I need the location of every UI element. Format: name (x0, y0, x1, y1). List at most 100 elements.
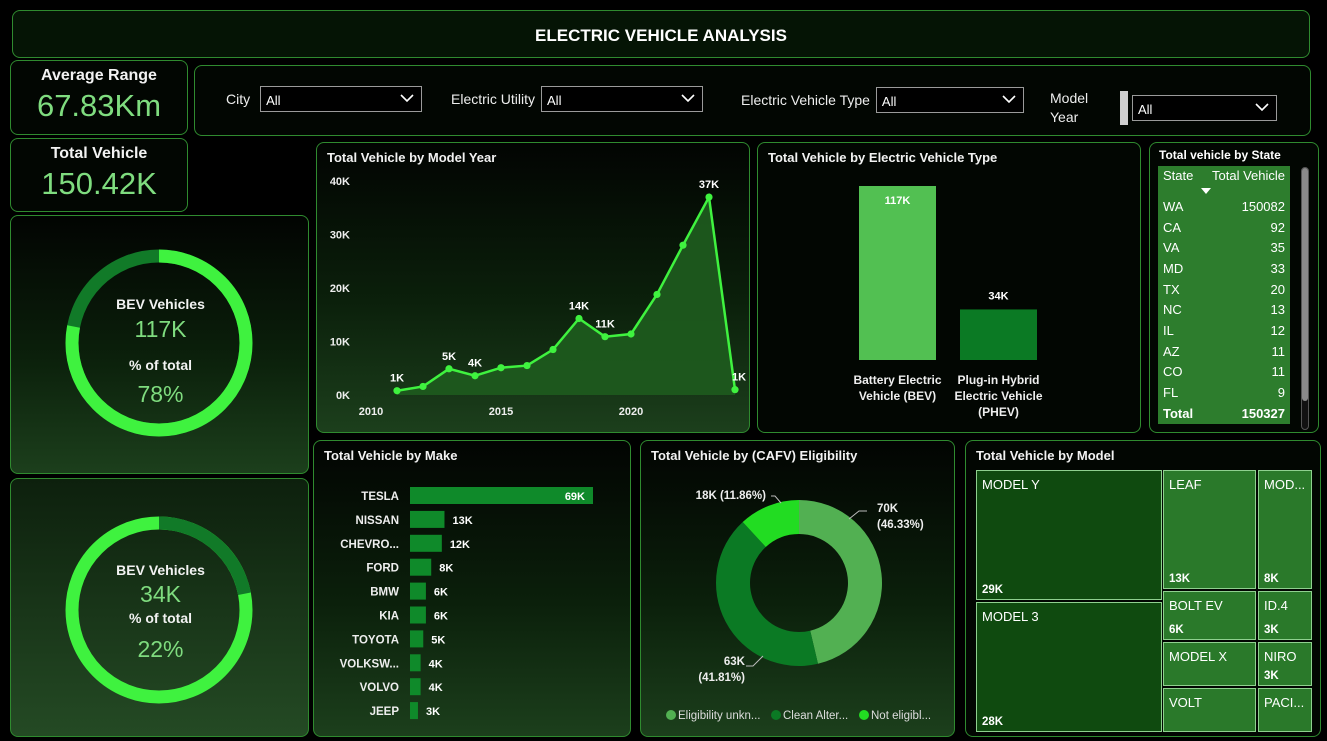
bar (410, 606, 426, 624)
treemap-tile[interactable]: MOD... 8K (1258, 470, 1312, 589)
table-row[interactable]: CO 11 (1158, 362, 1290, 383)
total-vehicle-column-header[interactable]: Total Vehicle (1201, 168, 1285, 194)
model-treemap: MODEL Y 29K MODEL 3 28K LEAF 13K MOD... 8K BOLT … (966, 441, 1320, 736)
leader-line (848, 510, 867, 520)
ev-type-dropdown-value: All (881, 94, 897, 109)
data-label: 13K (452, 515, 472, 527)
total-vehicle-cell: 11 (1271, 364, 1286, 380)
bev-donut-label: BEV Vehicles (116, 296, 205, 312)
category-label: CHEVRO... (340, 539, 399, 551)
table-row[interactable]: FL 9 (1158, 382, 1290, 403)
chevron-down-icon (400, 94, 414, 103)
treemap-tile[interactable]: MODEL X (1163, 642, 1256, 686)
ev-type-chart-title: Total Vehicle by Electric Vehicle Type (768, 150, 998, 165)
data-label: 3K (426, 706, 440, 718)
electric-utility-dropdown-value: All (547, 93, 562, 108)
data-point (419, 382, 427, 391)
ev-type-filter: Electric Vehicle Type All (741, 87, 1024, 113)
treemap-tile[interactable]: PACI... (1258, 688, 1312, 732)
bev-donut-chart (65, 249, 253, 437)
legend-label: Clean Alter... (783, 710, 848, 722)
ev-type-dropdown[interactable]: All (875, 87, 1024, 113)
table-row[interactable]: CA 92 (1158, 217, 1290, 238)
treemap-tile[interactable]: ID.4 3K (1258, 591, 1312, 640)
state-table-scrollbar[interactable] (1301, 167, 1309, 430)
y-tick-label: 30K (330, 230, 350, 242)
data-label: 34K (988, 290, 1008, 302)
table-row[interactable]: MD 33 (1158, 258, 1290, 279)
total-vehicle-card: Total Vehicle 150.42K (10, 138, 188, 212)
model-year-area-chart: 0K 10K 20K 30K 40K 2010 2015 2020 1K 5K 4K 14K 11K 37… (330, 176, 746, 418)
treemap-tile[interactable]: BOLT EV 6K (1163, 591, 1256, 640)
slice-label: 18K (11.86%) (696, 490, 766, 502)
state-cell: IL (1163, 322, 1174, 338)
total-vehicle-cell: 33 (1270, 260, 1285, 276)
page-title: ELECTRIC VEHICLE ANALYSIS (535, 26, 787, 45)
model-year-chart-card: Total Vehicle by Model Year 0K 10K 20K 30K 4… (316, 142, 750, 433)
treemap-tile-name: MOD... (1264, 477, 1306, 492)
data-label: 1K (390, 373, 404, 385)
avg-range-value: 67.83Km (36, 88, 162, 123)
make-chart-title: Total Vehicle by Make (324, 448, 458, 463)
bev-donut-pct-label: % of total (129, 357, 192, 373)
treemap-tile[interactable]: MODEL 3 28K (976, 602, 1162, 732)
table-row[interactable]: VA 35 (1158, 237, 1290, 258)
state-cell: VA (1163, 240, 1180, 256)
phev-donut-card: BEV Vehicles 34K % of total 22% (10, 478, 309, 737)
bar (410, 582, 426, 600)
bar (859, 186, 936, 360)
model-year-scrollbar[interactable] (1120, 91, 1128, 125)
category-label: JEEP (370, 706, 400, 718)
sort-desc-icon (1201, 188, 1211, 194)
table-row[interactable]: AZ 11 (1158, 341, 1290, 362)
category-label: Electric Vehicle (954, 389, 1042, 403)
ev-type-filter-label: Electric Vehicle Type (741, 92, 870, 108)
data-point (445, 365, 453, 373)
x-tick-label: 2015 (489, 406, 513, 418)
total-vehicle-value: 150.42K (41, 166, 157, 201)
data-point (653, 290, 661, 299)
total-vehicle-column-label: Total Vehicle (1212, 168, 1285, 183)
treemap-tile-name: NIRO (1264, 649, 1297, 664)
data-label: 8K (439, 563, 453, 575)
slice-label: (46.33%) (877, 519, 924, 531)
city-dropdown[interactable]: All (260, 86, 423, 112)
model-year-filter-label: Model Year (1050, 90, 1089, 125)
bev-donut-pct: 78% (137, 381, 184, 407)
category-label: (PHEV) (978, 405, 1019, 419)
treemap-tile-value: 29K (982, 584, 1004, 596)
data-point (549, 345, 557, 354)
treemap-tile[interactable]: LEAF 13K (1163, 470, 1256, 589)
treemap-tile[interactable]: VOLT (1163, 688, 1256, 732)
table-row[interactable]: IL 12 (1158, 320, 1290, 341)
category-label: Vehicle (BEV) (859, 389, 936, 403)
legend-marker (859, 710, 869, 720)
treemap-tile[interactable]: NIRO 3K (1258, 642, 1312, 686)
legend-marker (771, 710, 781, 720)
state-table-scroll-thumb[interactable] (1302, 168, 1308, 401)
phev-donut-label: BEV Vehicles (116, 562, 205, 578)
data-point (601, 333, 609, 341)
electric-utility-filter-label: Electric Utility (451, 91, 536, 107)
model-treemap-card: Total Vehicle by Model MODEL Y 29K MODEL 3… (965, 440, 1321, 737)
data-point (471, 372, 479, 380)
category-label: TESLA (361, 491, 399, 503)
model-year-filter: Model Year All (1050, 89, 1277, 127)
table-row[interactable]: WA 150082 (1158, 196, 1290, 217)
treemap-tile-value: 8K (1264, 573, 1279, 585)
table-row[interactable]: NC 13 (1158, 299, 1290, 320)
state-column-header[interactable]: State (1163, 168, 1201, 194)
electric-utility-dropdown[interactable]: All (541, 86, 704, 112)
treemap-tile[interactable]: MODEL Y 29K (976, 470, 1162, 600)
table-row[interactable]: TX 20 (1158, 279, 1290, 300)
y-tick-label: 10K (330, 337, 350, 349)
model-year-dropdown[interactable]: All (1132, 95, 1277, 121)
bar (960, 309, 1037, 360)
avg-range-card: Average Range 67.83Km (10, 60, 188, 135)
data-point (627, 330, 635, 338)
treemap-tile-value: 28K (982, 716, 1004, 728)
make-bar-chart: TESLA 69K NISSAN 13K CHEVRO... 12K FORD 8K BMW 6K… (340, 487, 593, 720)
data-label: 4K (468, 358, 482, 370)
model-year-dropdown-value: All (1138, 102, 1153, 117)
data-label: 6K (434, 587, 448, 599)
